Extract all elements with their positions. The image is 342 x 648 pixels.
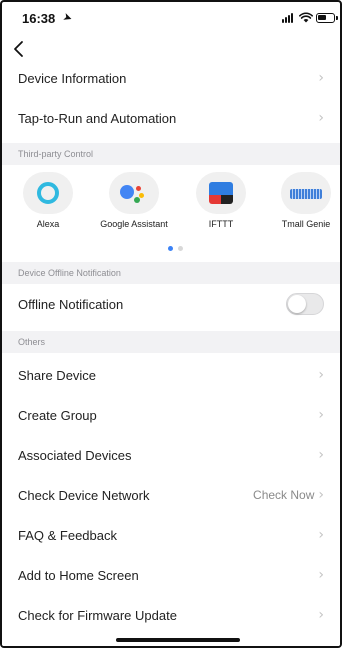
integration-label: Alexa — [36, 219, 60, 229]
google-assistant-icon — [109, 172, 159, 214]
associated-devices-row[interactable]: Associated Devices › — [2, 435, 340, 475]
others-header: Others — [2, 331, 340, 353]
home-bar — [2, 632, 340, 646]
row-label: Check Device Network — [18, 487, 150, 503]
location-arrow-icon: ➤ — [61, 10, 74, 26]
chevron-right-icon: › — [318, 367, 324, 383]
row-label: Offline Notification — [18, 296, 124, 312]
cellular-signal-icon — [282, 13, 296, 23]
battery-icon — [316, 13, 338, 23]
row-label: Check for Firmware Update — [18, 607, 177, 623]
integration-google-assistant[interactable]: Google Assistant — [98, 172, 170, 229]
page-indicator — [168, 246, 188, 252]
status-bar: 16:38 ➤ — [2, 2, 340, 36]
chevron-right-icon: › — [318, 447, 324, 463]
integration-tmall-genie[interactable]: Tmall Genie — [270, 172, 340, 229]
integration-ifttt[interactable]: IFTTT — [185, 172, 257, 229]
row-label: Add to Home Screen — [18, 567, 139, 583]
chevron-right-icon: › — [318, 487, 324, 503]
row-label: Associated Devices — [18, 447, 132, 463]
ifttt-icon — [196, 172, 246, 214]
home-indicator[interactable] — [116, 638, 240, 642]
page-dot-active — [168, 246, 173, 251]
third-party-control-header: Third-party Control — [2, 143, 340, 165]
offline-notification-toggle[interactable] — [286, 293, 324, 315]
check-now-value: Check Now — [253, 488, 315, 502]
integration-label: IFTTT — [208, 219, 234, 229]
row-label: Tap-to-Run and Automation — [18, 110, 177, 126]
share-device-row[interactable]: Share Device › — [2, 355, 340, 395]
row-label: Device Information — [18, 70, 127, 86]
create-group-row[interactable]: Create Group › — [2, 395, 340, 435]
check-firmware-update-row[interactable]: Check for Firmware Update › — [2, 595, 340, 635]
integration-label: Tmall Genie — [281, 219, 331, 229]
tap-to-run-row[interactable]: Tap-to-Run and Automation › — [2, 98, 340, 138]
chevron-right-icon: › — [318, 110, 324, 126]
chevron-right-icon: › — [318, 527, 324, 543]
offline-notification-header: Device Offline Notification — [2, 262, 340, 284]
row-label: Create Group — [18, 407, 97, 423]
chevron-right-icon: › — [318, 607, 324, 623]
toggle-knob — [288, 295, 306, 313]
row-label: FAQ & Feedback — [18, 527, 117, 543]
check-device-network-row[interactable]: Check Device Network Check Now › — [2, 475, 340, 515]
integration-alexa[interactable]: Alexa — [12, 172, 84, 229]
faq-feedback-row[interactable]: FAQ & Feedback › — [2, 515, 340, 555]
integration-label: Google Assistant — [100, 219, 168, 229]
page-dot — [178, 246, 183, 251]
add-to-home-screen-row[interactable]: Add to Home Screen › — [2, 555, 340, 595]
chevron-right-icon: › — [318, 407, 324, 423]
chevron-right-icon: › — [318, 70, 324, 86]
offline-notification-row: Offline Notification — [2, 284, 340, 324]
tmall-genie-icon — [281, 172, 331, 214]
phone-screen: 16:38 ➤ Device Information › Tap-to-Run … — [0, 0, 342, 648]
alexa-icon — [23, 172, 73, 214]
chevron-right-icon: › — [318, 567, 324, 583]
device-information-row[interactable]: Device Information › — [2, 58, 340, 98]
wifi-icon — [299, 12, 313, 23]
third-party-integrations: Alexa Google Assistant IFTTT Tmall Genie — [2, 165, 340, 261]
row-label: Share Device — [18, 367, 97, 383]
status-time: 16:38 — [22, 11, 56, 26]
chevron-left-icon — [14, 41, 23, 57]
